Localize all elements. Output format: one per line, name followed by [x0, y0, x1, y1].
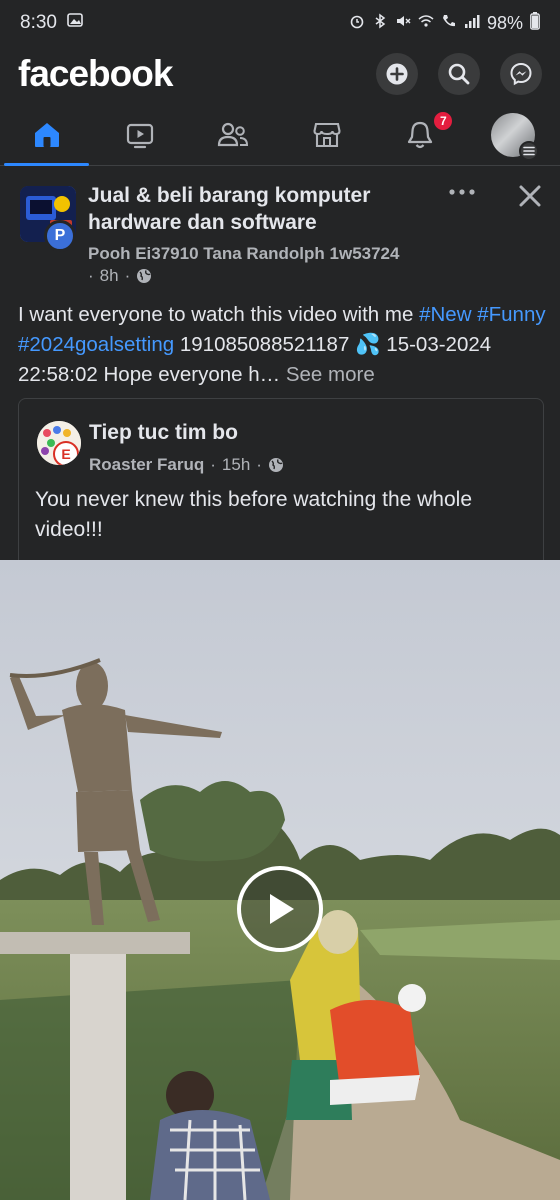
marketplace-icon — [313, 122, 341, 147]
post-text-intro: I want everyone to watch this video with… — [18, 303, 420, 326]
post-author[interactable]: Pooh Ei37910 Tana Randolph 1w53724 — [88, 244, 399, 264]
shared-page-avatar[interactable]: E — [37, 421, 81, 465]
status-time: 8:30 — [20, 12, 57, 33]
search-icon — [448, 63, 470, 85]
battery-level: 98% — [486, 12, 523, 33]
tab-home[interactable] — [0, 104, 93, 166]
sweat-droplets-emoji: 💦 — [355, 333, 381, 356]
signal-icon — [464, 13, 480, 34]
shared-post-card[interactable]: E Tiep tuc tim bo Roaster Faruq · 15h · … — [18, 398, 544, 560]
alarm-icon — [349, 13, 365, 34]
hide-post-button[interactable] — [514, 180, 546, 212]
messenger-icon — [510, 62, 532, 86]
bell-icon — [407, 121, 433, 148]
shared-meta: Roaster Faruq · 15h · — [89, 455, 284, 475]
play-button[interactable] — [237, 866, 323, 952]
tab-video[interactable] — [93, 104, 186, 165]
group-avatar[interactable]: P — [20, 186, 76, 252]
friends-icon — [218, 122, 249, 146]
shared-meta-dot-2: · — [256, 455, 262, 474]
video-icon — [126, 123, 154, 148]
tab-friends[interactable] — [187, 104, 280, 165]
hashtag-funny[interactable]: #Funny — [477, 303, 545, 326]
post-header: P Jual & beli barang komputer hardware d… — [0, 178, 560, 290]
post-meta: · 8h · — [88, 266, 152, 286]
meta-dot: · — [88, 266, 94, 285]
tab-profile-menu[interactable] — [467, 104, 560, 165]
tab-notifications[interactable]: 7 — [373, 104, 466, 165]
hashtag-2024goalsetting[interactable]: #2024goalsetting — [18, 333, 174, 356]
facebook-logo[interactable]: facebook — [18, 53, 173, 95]
hashtag-new[interactable]: #New — [419, 303, 471, 326]
globe-icon — [268, 458, 283, 472]
battery-icon — [530, 11, 540, 35]
search-button[interactable] — [438, 53, 480, 95]
group-avatar-badge: P — [44, 220, 76, 252]
notifications-badge: 7 — [432, 110, 455, 132]
add-icon — [386, 63, 408, 85]
mute-icon — [395, 13, 411, 34]
status-bar: 8:30 98% — [0, 0, 560, 46]
shared-author[interactable]: Roaster Faruq — [89, 455, 204, 475]
post-text: I want everyone to watch this video with… — [18, 300, 546, 390]
main-nav: 7 — [0, 104, 560, 166]
post-time[interactable]: 8h — [100, 266, 119, 286]
menu-icon — [519, 140, 540, 161]
messenger-button[interactable] — [500, 53, 542, 95]
profile-avatar — [491, 112, 540, 161]
call-wifi-icon — [441, 13, 457, 34]
play-icon — [270, 894, 294, 924]
more-options-button[interactable] — [446, 180, 478, 204]
more-icon — [449, 189, 475, 195]
bluetooth-icon — [372, 13, 388, 34]
group-name[interactable]: Jual & beli barang komputer hardware dan… — [88, 182, 418, 236]
add-button[interactable] — [376, 53, 418, 95]
close-icon — [519, 185, 541, 207]
shared-meta-dot: · — [210, 455, 216, 474]
shared-page-logo: E — [53, 441, 79, 465]
app-header: facebook — [0, 46, 560, 102]
globe-icon — [137, 269, 152, 283]
shared-page-name[interactable]: Tiep tuc tim bo — [89, 421, 238, 445]
home-icon — [34, 122, 59, 147]
meta-dot-2: · — [124, 266, 131, 285]
post-text-number: 191085088521187 — [174, 333, 356, 356]
shared-time[interactable]: 15h — [222, 455, 250, 475]
see-more-link[interactable]: See more — [286, 363, 375, 386]
wifi-icon — [418, 13, 434, 34]
shared-post-text: You never knew this before watching the … — [35, 488, 473, 541]
gallery-notification-icon — [67, 12, 83, 34]
tab-marketplace[interactable] — [280, 104, 373, 165]
